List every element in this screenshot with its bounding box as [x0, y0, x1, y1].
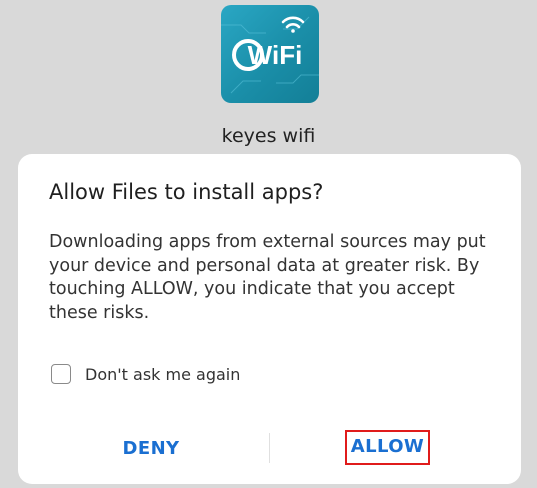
install-permission-dialog: Allow Files to install apps? Downloading… — [18, 154, 521, 484]
dialog-message: Downloading apps from external sources m… — [49, 232, 486, 323]
dont-ask-again-row[interactable]: Don't ask me again — [51, 362, 240, 386]
dont-ask-again-label[interactable]: Don't ask me again — [85, 365, 240, 384]
dialog-title: Allow Files to install apps? — [49, 180, 324, 204]
dont-ask-again-checkbox[interactable] — [51, 364, 71, 384]
button-divider — [269, 433, 270, 463]
app-icon-label: WiFi — [248, 40, 303, 70]
wifi-app-icon: WiFi — [221, 5, 319, 103]
allow-button[interactable]: ALLOW — [345, 430, 430, 465]
app-name-label: keyes wifi — [221, 125, 316, 147]
deny-button[interactable]: DENY — [116, 438, 186, 459]
